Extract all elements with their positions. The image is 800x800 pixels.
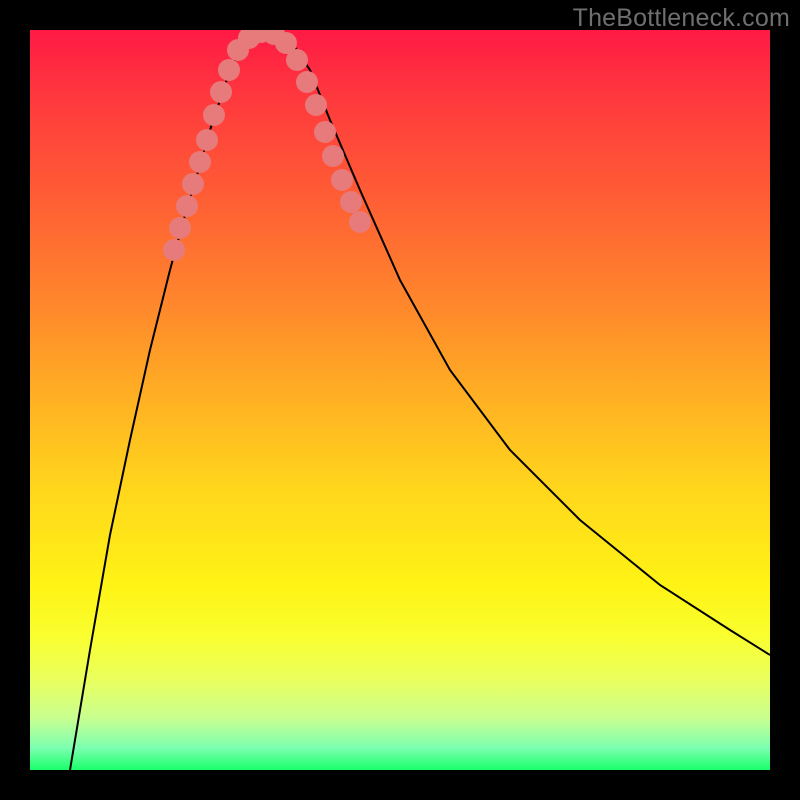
chart-background-gradient bbox=[30, 30, 770, 770]
chart-frame: TheBottleneck.com bbox=[0, 0, 800, 800]
watermark-text: TheBottleneck.com bbox=[573, 4, 790, 33]
